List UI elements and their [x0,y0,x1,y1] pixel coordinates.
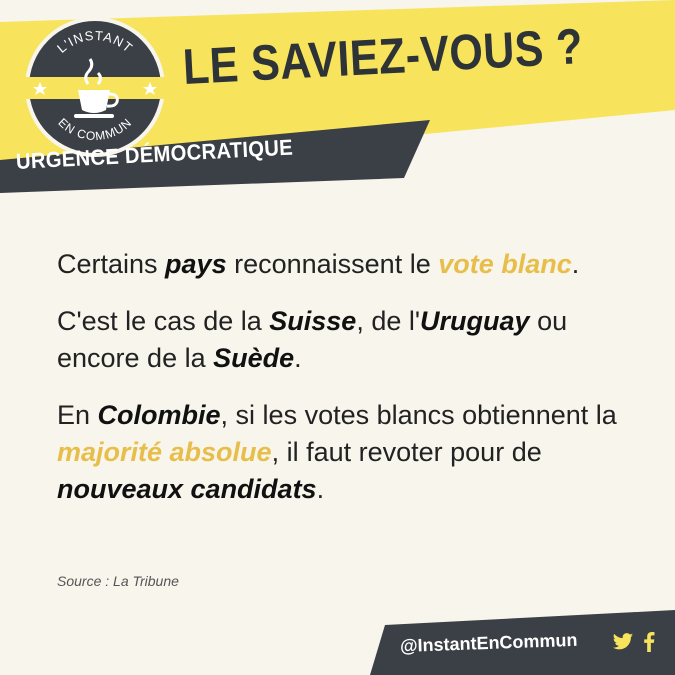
emphasis: Uruguay [420,306,530,336]
source-credit: Source : La Tribune [57,573,179,589]
text: C'est le cas de la [57,306,270,336]
paragraph-3: En Colombie, si les votes blancs obtienn… [57,397,642,508]
text: En [57,400,98,430]
emphasis: nouveaux candidats [57,474,317,504]
paragraph-1: Certains pays reconnaissent le vote blan… [57,246,642,283]
text: . [571,249,580,279]
facebook-icon[interactable] [642,632,656,652]
twitter-icon[interactable] [612,632,634,652]
text: . [316,474,325,504]
paragraph-2: C'est le cas de la Suisse, de l'Uruguay … [57,303,642,377]
main-text: Certains pays reconnaissent le vote blan… [57,246,642,528]
highlight: majorité absolue [57,437,272,467]
text: , si les votes blancs obtiennent la [220,400,617,430]
text: , il faut revoter pour de [271,437,542,467]
emphasis: Suède [213,343,295,373]
text: , de l' [356,306,421,336]
highlight: vote blanc [438,249,572,279]
emphasis: Suisse [269,306,357,336]
text: Certains [57,249,166,279]
logo: L'INSTANT EN COMMUN [20,17,170,157]
text: . [294,343,302,373]
emphasis: pays [165,249,227,279]
emphasis: Colombie [97,400,221,430]
text: reconnaissent le [226,249,439,279]
